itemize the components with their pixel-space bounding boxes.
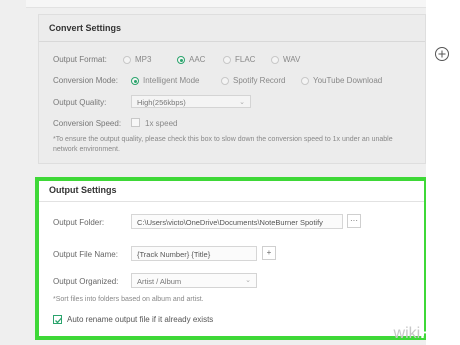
output-folder-label: Output Folder: <box>53 218 105 227</box>
auto-rename-checkbox[interactable] <box>53 315 62 324</box>
speed-checkbox-label: 1x speed <box>145 119 178 128</box>
option-aac: AAC <box>189 55 206 64</box>
radio-flac[interactable] <box>223 56 231 64</box>
auto-rename-label: Auto rename output file if it already ex… <box>67 315 214 324</box>
output-format-label: Output Format: <box>53 55 107 64</box>
option-wav: WAV <box>283 55 301 64</box>
browse-folder-button[interactable]: ··· <box>347 214 361 228</box>
output-quality-value: High(256kbps) <box>137 98 186 107</box>
radio-wav[interactable] <box>271 56 279 64</box>
add-tag-button[interactable]: + <box>262 246 276 260</box>
radio-youtube-download[interactable] <box>301 77 309 85</box>
output-file-name-field[interactable]: {Track Number} {Title} <box>131 246 257 261</box>
conversion-mode-label: Conversion Mode: <box>53 76 118 85</box>
convert-settings-title: Convert Settings <box>49 23 122 33</box>
output-folder-field[interactable]: C:\Users\victo\OneDrive\Documents\NoteBu… <box>131 214 343 229</box>
convert-settings-card: Convert Settings Output Format: MP3 AAC … <box>38 14 426 164</box>
watermark: wikiHow <box>394 325 454 343</box>
speed-note: *To ensure the output quality, please ch… <box>53 136 393 153</box>
speed-checkbox[interactable] <box>131 118 140 127</box>
watermark-suffix: How <box>420 325 454 342</box>
output-organized-select[interactable]: Artist / Album ⌄ <box>131 273 257 288</box>
option-spotify-record: Spotify Record <box>233 76 286 85</box>
output-quality-select[interactable]: High(256kbps) ⌄ <box>131 95 251 108</box>
option-flac: FLAC <box>235 55 256 64</box>
watermark-prefix: wiki <box>393 325 421 342</box>
conversion-speed-label: Conversion Speed: <box>53 119 122 128</box>
plus-circle-icon[interactable] <box>434 46 450 62</box>
app-window: Convert Settings Output Format: MP3 AAC … <box>0 0 428 345</box>
output-organized-label: Output Organized: <box>53 277 119 286</box>
option-intelligent-mode: Intelligent Mode <box>143 76 200 85</box>
output-quality-label: Output Quality: <box>53 98 107 107</box>
output-settings-card: Output Settings Output Folder: C:\Users\… <box>39 181 424 336</box>
divider <box>39 201 424 202</box>
option-youtube-download: YouTube Download <box>313 76 383 85</box>
radio-mp3[interactable] <box>123 56 131 64</box>
chevron-down-icon: ⌄ <box>245 277 251 284</box>
radio-intelligent-mode[interactable] <box>131 77 139 85</box>
output-file-name-label: Output File Name: <box>53 250 118 259</box>
radio-spotify-record[interactable] <box>221 77 229 85</box>
radio-aac[interactable] <box>177 56 185 64</box>
organize-note: *Sort files into folders based on album … <box>53 296 204 303</box>
top-bar <box>26 0 426 8</box>
option-mp3: MP3 <box>135 55 152 64</box>
check-icon <box>55 317 62 324</box>
output-settings-title: Output Settings <box>49 185 117 195</box>
divider <box>39 41 425 42</box>
output-organized-value: Artist / Album <box>137 277 182 286</box>
chevron-down-icon: ⌄ <box>239 99 245 106</box>
